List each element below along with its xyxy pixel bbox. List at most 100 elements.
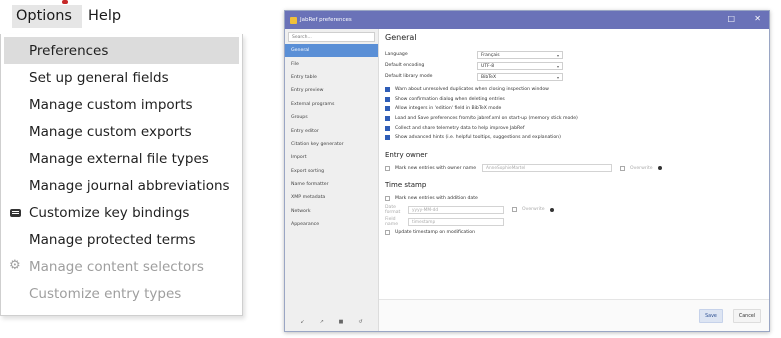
checkbox[interactable] [385, 125, 390, 131]
sidebar-item-entry-table[interactable]: Entry table [285, 71, 378, 84]
search-input[interactable]: Search... [288, 32, 375, 42]
owner-overwrite-checkbox[interactable] [620, 165, 626, 171]
export-prefs-icon[interactable]: ↗ [320, 319, 324, 325]
menu-item-customize-key-bindings[interactable]: Customize key bindings [1, 199, 242, 226]
sidebar-item-citation-key-generator[interactable]: Citation key generator [285, 138, 378, 151]
menu-bar: Options Help [0, 0, 252, 34]
checkbox-label: Allow integers in 'edition' field in Bib… [395, 106, 502, 112]
sidebar-item-entry-editor[interactable]: Entry editor [285, 124, 378, 137]
field-name-row: Field name timestamp [385, 216, 765, 228]
encoding-row: Default encoding UTF-8 [385, 60, 765, 71]
sidebar-actions: ↙ ↗ ■ ↺ [285, 319, 378, 325]
update-timestamp-label: Update timestamp on modification [395, 230, 476, 236]
time-stamp-heading: Time stamp [385, 181, 427, 190]
menu-item-label: Set up general fields [29, 69, 169, 86]
check-row[interactable]: Warn about unresolved duplicates when cl… [385, 85, 765, 95]
check-row[interactable]: Show advanced hints (i.e. helpful toolti… [385, 133, 765, 143]
sidebar-item-network[interactable]: Network [285, 205, 378, 218]
sidebar-item-entry-preview[interactable]: Entry preview [285, 84, 378, 97]
save-button[interactable]: Save [699, 309, 723, 323]
encoding-select[interactable]: UTF-8 [477, 61, 563, 70]
menu-item-preferences[interactable]: Preferences [4, 37, 239, 64]
window-titlebar: JabRef preferences □ ✕ [285, 11, 769, 29]
menu-item-manage-external-file-types[interactable]: Manage external file types [1, 145, 242, 172]
jabref-logo-icon [290, 16, 297, 24]
menu-item-set-up-general-fields[interactable]: Set up general fields [1, 64, 242, 91]
notification-dot [62, 0, 68, 4]
menu-item-label: Manage external file types [29, 150, 209, 167]
general-panel: General Language Français Default encodi… [385, 31, 765, 301]
library-mode-row: Default library mode BibTeX [385, 71, 765, 82]
menu-item-manage-content-selectors: ⚙ Manage content selectors [1, 253, 242, 280]
help-icon[interactable] [549, 207, 554, 212]
gear-icon: ⚙ [9, 258, 21, 273]
checkbox[interactable] [385, 106, 390, 112]
menu-item-manage-protected-terms[interactable]: Manage protected terms [1, 226, 242, 253]
sidebar-item-file[interactable]: File [285, 57, 378, 70]
checkbox-label: Collect and share telemetry data to help… [395, 125, 525, 131]
check-row[interactable]: Show confirmation dialog when deleting e… [385, 95, 765, 105]
language-row: Language Français [385, 49, 765, 60]
timestamp-check-label: Mark new entries with addition date [395, 196, 478, 202]
owner-check-label: Mark new entries with owner name [395, 165, 477, 171]
timestamp-overwrite-label: Overwrite [522, 207, 545, 213]
sidebar-item-name-formatter[interactable]: Name formatter [285, 178, 378, 191]
date-format-input[interactable]: yyyy-MM-dd [408, 205, 504, 214]
encoding-label: Default encoding [385, 63, 425, 68]
import-prefs-icon[interactable]: ↙ [300, 319, 304, 325]
timestamp-overwrite-checkbox[interactable] [512, 207, 517, 213]
sidebar-item-groups[interactable]: Groups [285, 111, 378, 124]
menu-item-label: Customize key bindings [29, 204, 190, 221]
menu-item-label: Manage journal abbreviations [29, 177, 230, 194]
page-title: General [385, 33, 417, 42]
checkbox-label: Show confirmation dialog when deleting e… [395, 96, 505, 102]
check-row[interactable]: Load and Save preferences from/to jabref… [385, 114, 765, 124]
reset-prefs-icon[interactable]: ↺ [358, 319, 362, 325]
language-select[interactable]: Français [477, 50, 563, 59]
preferences-sidebar: Search... General File Entry table Entry… [285, 29, 379, 331]
maximize-icon[interactable]: □ [727, 14, 735, 23]
field-name-input[interactable]: timestamp [408, 217, 504, 226]
menu-item-label: Preferences [29, 42, 109, 59]
cancel-button[interactable]: Cancel [733, 309, 761, 323]
keyboard-icon [10, 209, 21, 217]
help-icon[interactable] [657, 166, 662, 171]
entry-owner-heading: Entry owner [385, 150, 428, 159]
owner-name-input[interactable]: AnneSophieMartel [482, 164, 613, 173]
checkbox-label: Warn about unresolved duplicates when cl… [395, 87, 549, 93]
update-timestamp-checkbox[interactable] [385, 230, 390, 236]
checkbox[interactable] [385, 96, 390, 102]
owner-row: Mark new entries with owner name AnneSop… [385, 164, 765, 174]
checkbox-label: Load and Save preferences from/to jabref… [395, 116, 578, 122]
menu-options[interactable]: Options [12, 5, 82, 28]
owner-checkbox[interactable] [385, 165, 390, 171]
show-prefs-icon[interactable]: ■ [339, 319, 344, 325]
checkbox[interactable] [385, 135, 390, 141]
check-row[interactable]: Allow integers in 'edition' field in Bib… [385, 104, 765, 114]
close-icon[interactable]: ✕ [754, 14, 761, 23]
menu-item-manage-custom-exports[interactable]: Manage custom exports [1, 118, 242, 145]
checkbox[interactable] [385, 116, 390, 122]
sidebar-item-export-sorting[interactable]: Export sorting [285, 165, 378, 178]
window-title: JabRef preferences [300, 17, 352, 23]
menu-help[interactable]: Help [84, 6, 125, 26]
timestamp-row: Mark new entries with addition date [385, 194, 765, 204]
sidebar-item-import[interactable]: Import [285, 151, 378, 164]
checkbox-label: Show advanced hints (i.e. helpful toolti… [395, 135, 561, 141]
sidebar-item-general[interactable]: General [285, 44, 378, 58]
language-label: Language [385, 52, 408, 57]
checkbox[interactable] [385, 87, 390, 93]
button-bar: Save Cancel [379, 299, 769, 331]
sidebar-item-external-programs[interactable]: External programs [285, 98, 378, 111]
menu-item-label: Manage protected terms [29, 231, 196, 248]
check-row[interactable]: Collect and share telemetry data to help… [385, 123, 765, 133]
options-dropdown: Preferences Set up general fields Manage… [0, 34, 243, 316]
timestamp-checkbox[interactable] [385, 196, 390, 202]
menu-item-manage-custom-imports[interactable]: Manage custom imports [1, 91, 242, 118]
menu-item-label: Manage custom exports [29, 123, 192, 140]
library-mode-select[interactable]: BibTeX [477, 72, 563, 81]
sidebar-item-appearance[interactable]: Appearance [285, 218, 378, 231]
sidebar-item-xmp-metadata[interactable]: XMP metadata [285, 191, 378, 204]
menu-item-manage-journal-abbreviations[interactable]: Manage journal abbreviations [1, 172, 242, 199]
preferences-window: JabRef preferences □ ✕ Search... General… [284, 10, 770, 332]
